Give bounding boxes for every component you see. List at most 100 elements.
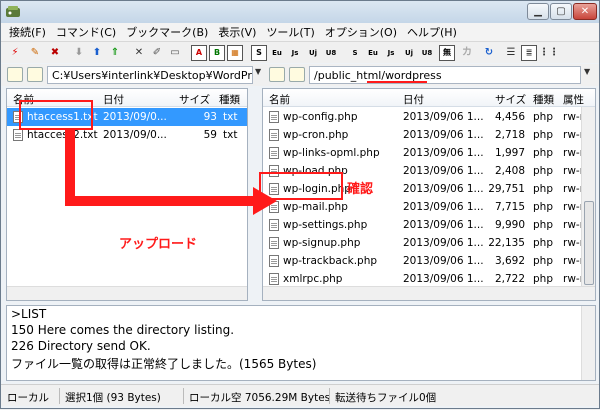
menu-bookmark[interactable]: ブックマーク(B): [122, 24, 214, 40]
file-size: 2,718: [494, 129, 525, 141]
mkdir-icon[interactable]: ▭: [167, 45, 183, 61]
php-file-icon: [269, 147, 279, 159]
remote-vertical-scrollbar[interactable]: [581, 107, 595, 300]
remote-parent-folder-icon[interactable]: [269, 67, 285, 82]
local-utf8-icon[interactable]: Uj: [401, 45, 417, 61]
status-divider: [329, 388, 330, 404]
detail-view-icon[interactable]: ≣: [521, 45, 537, 61]
remote-file-row[interactable]: wp-signup.php 2013/09/06 1... 22,135 php rw-…: [263, 234, 595, 252]
file-type: php: [533, 129, 553, 141]
status-selection: 選択1個 (93 Bytes): [65, 392, 161, 404]
host-utf8bom-icon[interactable]: U8: [323, 45, 339, 61]
file-name: wp-signup.php: [283, 237, 361, 249]
host-utf8-icon[interactable]: Uj: [305, 45, 321, 61]
php-file-icon: [269, 237, 279, 249]
remote-horizontal-scrollbar[interactable]: [263, 286, 595, 300]
col-size[interactable]: サイズ: [179, 92, 210, 107]
remote-file-row[interactable]: wp-cron.php 2013/09/06 1... 2,718 php rw-r: [263, 126, 595, 144]
mirror-upload-icon[interactable]: ⇑: [107, 45, 123, 61]
binary-mode-icon[interactable]: B: [209, 45, 225, 61]
menu-tools[interactable]: ツール(T): [262, 24, 320, 40]
local-horizontal-scrollbar[interactable]: [7, 286, 247, 300]
col-date[interactable]: 日付: [103, 92, 124, 107]
php-file-icon: [269, 129, 279, 141]
file-type: txt: [223, 129, 238, 141]
close-button[interactable]: ✕: [573, 3, 597, 20]
file-date: 2013/09/06 1...: [403, 129, 484, 141]
file-type: php: [533, 255, 553, 267]
file-name: xmlrpc.php: [283, 273, 343, 285]
list-view-icon[interactable]: ☰: [503, 45, 519, 61]
file-name: wp-trackback.php: [283, 255, 378, 267]
menu-options[interactable]: オプション(O): [321, 24, 403, 40]
file-name: wp-cron.php: [283, 129, 349, 141]
file-date: 2013/09/06 1...: [403, 219, 484, 231]
host-jis-icon[interactable]: Js: [287, 45, 303, 61]
menu-command[interactable]: コマンド(C): [52, 24, 122, 40]
col-size[interactable]: サイズ: [495, 92, 526, 107]
host-sjis-icon[interactable]: S: [251, 45, 267, 61]
file-size: 3,692: [494, 255, 525, 267]
remote-file-row[interactable]: wp-trackback.php 2013/09/06 1... 3,692 php r…: [263, 252, 595, 270]
log-vertical-scrollbar[interactable]: [581, 306, 595, 380]
menu-connect[interactable]: 接続(F): [5, 24, 52, 40]
remote-column-header: 名前 日付 サイズ 種類 属性: [263, 89, 595, 107]
remote-file-row[interactable]: wp-mail.php 2013/09/06 1... 7,715 php rw-r: [263, 198, 595, 216]
quick-connect-icon[interactable]: ✎: [27, 45, 43, 61]
download-icon[interactable]: ⬇: [71, 45, 87, 61]
local-euc-icon[interactable]: Eu: [365, 45, 381, 61]
delete-icon[interactable]: ✕: [131, 45, 147, 61]
local-path-field[interactable]: C:¥Users¥interlink¥Desktop¥WordPress: [47, 66, 253, 84]
remote-path-field[interactable]: /public_html/wordpress: [309, 66, 581, 84]
file-size: 59: [203, 129, 217, 141]
file-size: 93: [203, 111, 217, 123]
local-path-dropdown-icon[interactable]: ▼: [255, 67, 261, 76]
remote-file-row[interactable]: wp-settings.php 2013/09/06 1... 9,990 php rw…: [263, 216, 595, 234]
local-utf8bom-icon[interactable]: U8: [419, 45, 435, 61]
status-free-space: ローカル空 7056.29M Bytes: [189, 392, 331, 404]
host-euc-icon[interactable]: Eu: [269, 45, 285, 61]
file-size: 2,722: [494, 273, 525, 285]
log-line: >LIST: [11, 307, 47, 321]
php-file-icon: [269, 219, 279, 231]
local-parent-folder-icon[interactable]: [7, 67, 23, 82]
minimize-button[interactable]: ▁: [527, 3, 549, 20]
col-type[interactable]: 種類: [533, 92, 554, 107]
menu-help[interactable]: ヘルプ(H): [403, 24, 463, 40]
refresh-icon[interactable]: ↻: [481, 45, 497, 61]
local-open-folder-icon[interactable]: [27, 67, 43, 82]
connect-icon[interactable]: ⚡: [7, 45, 23, 61]
no-conversion-icon[interactable]: 無: [439, 45, 455, 61]
col-attr[interactable]: 属性: [563, 92, 584, 107]
col-type[interactable]: 種類: [219, 92, 240, 107]
php-file-icon: [269, 255, 279, 267]
scroll-thumb[interactable]: [584, 201, 594, 285]
php-file-icon: [269, 111, 279, 123]
remote-file-row[interactable]: wp-config.php 2013/09/06 1... 4,456 php rw-r: [263, 108, 595, 126]
upload-icon[interactable]: ⬆: [89, 45, 105, 61]
disconnect-icon[interactable]: ✖: [47, 45, 63, 61]
kana-icon[interactable]: カ: [459, 45, 475, 61]
columns-icon[interactable]: ⋮⋮: [539, 45, 559, 61]
auto-mode-icon[interactable]: ▦: [227, 45, 243, 61]
col-date[interactable]: 日付: [403, 92, 424, 107]
menu-view[interactable]: 表示(V): [214, 24, 262, 40]
file-date: 2013/09/06 1...: [403, 183, 484, 195]
file-date: 2013/09/06 1...: [403, 201, 484, 213]
remote-file-row[interactable]: wp-links-opml.php 2013/09/06 1... 1,997 php…: [263, 144, 595, 162]
message-log[interactable]: >LIST 150 Here comes the directory listi…: [6, 305, 596, 381]
file-date: 2013/09/06 1...: [403, 165, 484, 177]
local-sjis-icon[interactable]: S: [347, 45, 363, 61]
local-jis-icon[interactable]: Js: [383, 45, 399, 61]
remote-open-folder-icon[interactable]: [289, 67, 305, 82]
remote-path-dropdown-icon[interactable]: ▼: [584, 67, 590, 76]
toolbar: ⚡ ✎ ✖ ⬇ ⬆ ⇑ ✕ ✐ ▭ A B ▦ S Eu Js Uj U8 S …: [1, 41, 599, 63]
file-size: 29,751: [488, 183, 525, 195]
file-size: 9,990: [494, 219, 525, 231]
rename-icon[interactable]: ✐: [149, 45, 165, 61]
maximize-button[interactable]: ▢: [550, 3, 572, 20]
ascii-mode-icon[interactable]: A: [191, 45, 207, 61]
file-name: wp-links-opml.php: [283, 147, 380, 159]
col-name[interactable]: 名前: [269, 92, 290, 107]
confirm-label: 確認: [347, 182, 374, 197]
